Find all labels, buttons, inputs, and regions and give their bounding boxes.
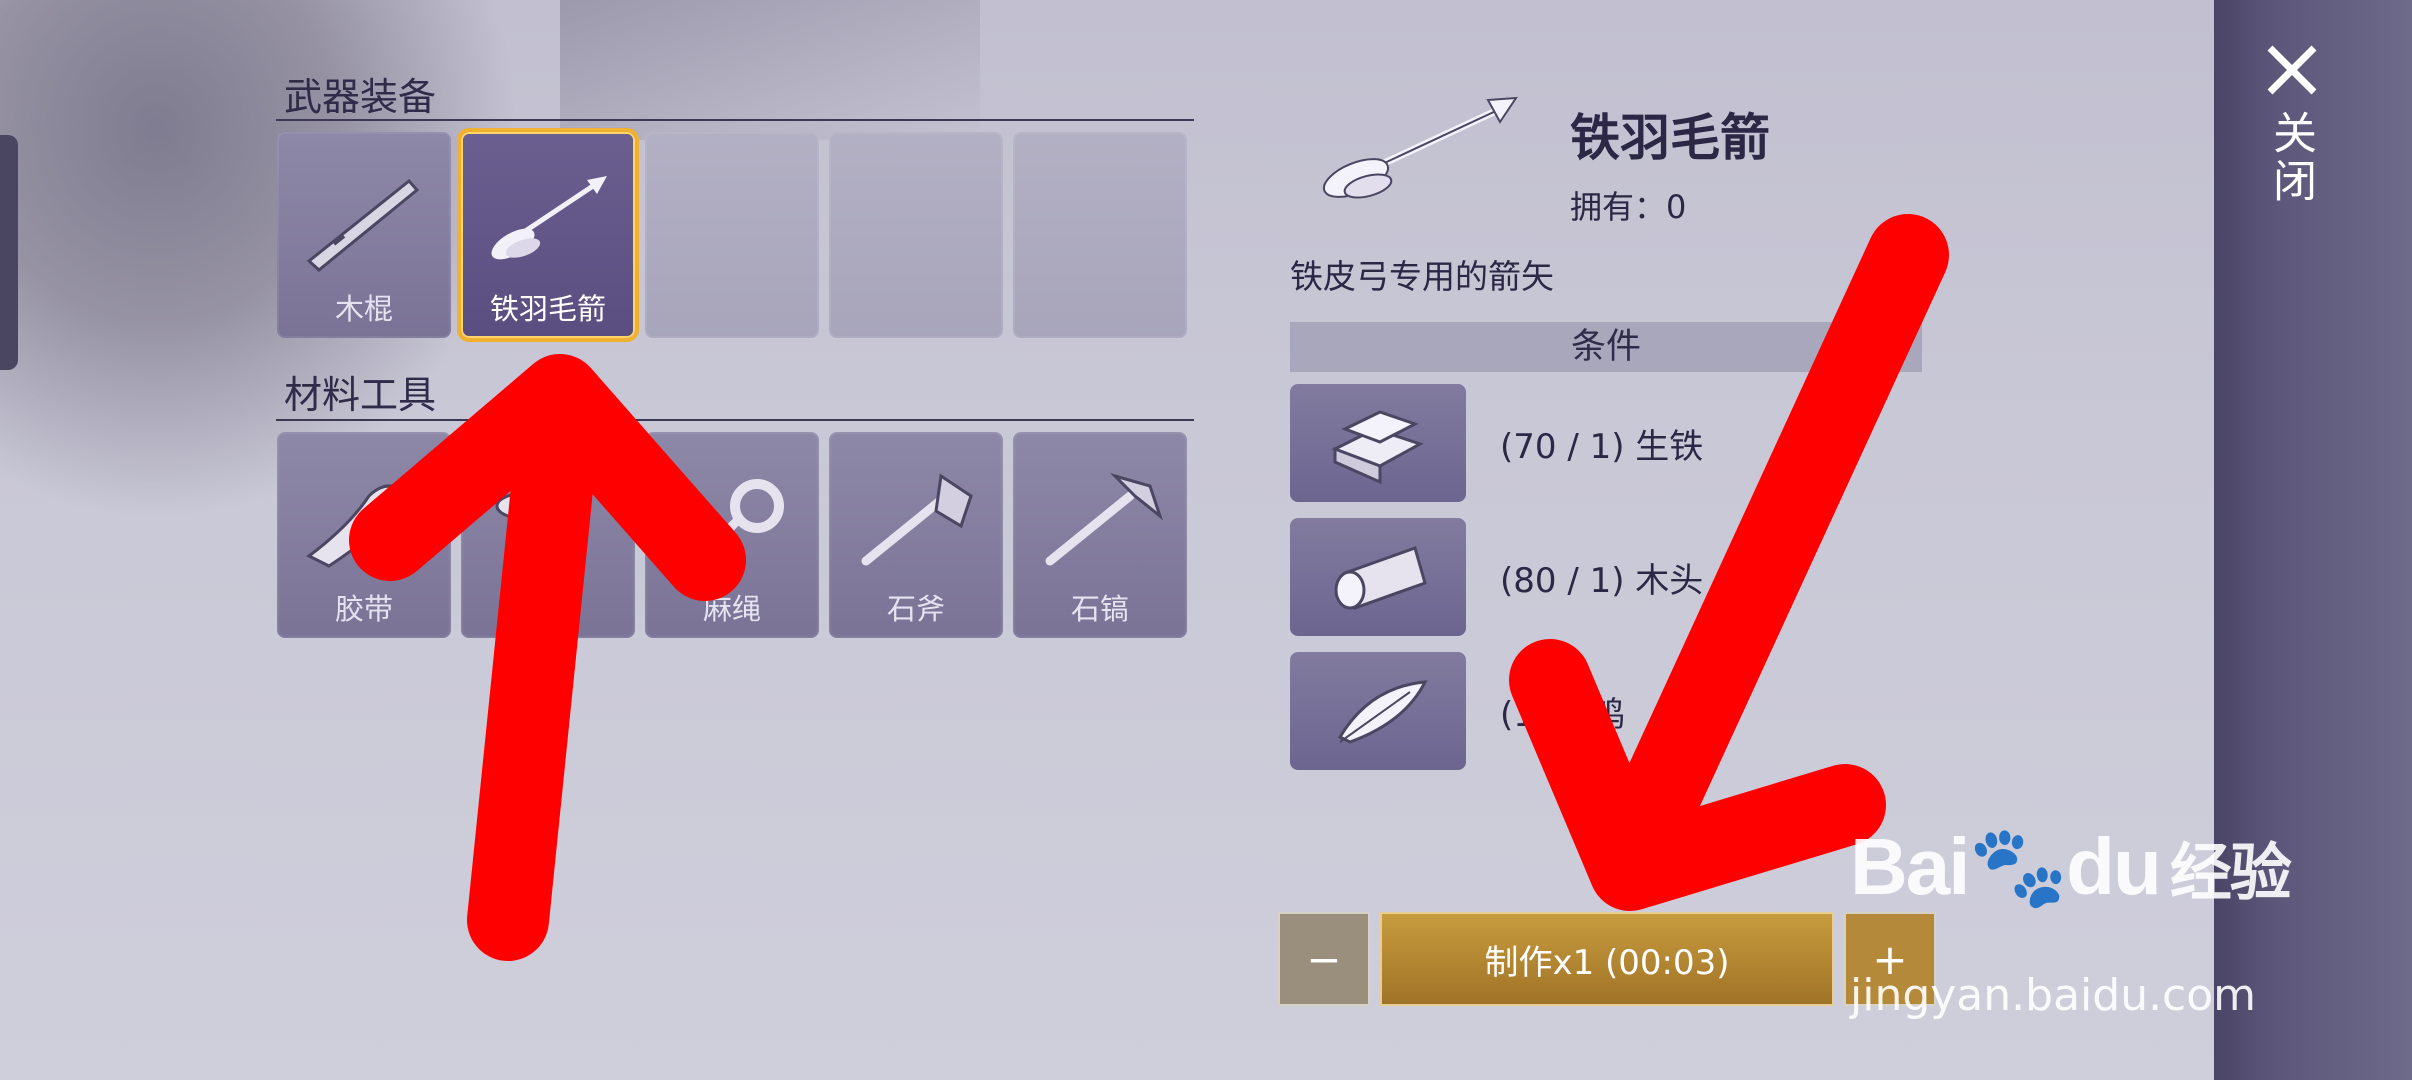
owned-value: 0 [1666,188,1687,226]
item-label: 木棍 [334,292,393,326]
decrease-quantity-button[interactable]: − [1278,912,1370,1006]
item-label: 石斧 [886,592,945,626]
watermark-logo-du: du [2066,822,2162,911]
item-slot-iron-feather-arrow[interactable]: 铁羽毛箭 [461,132,635,338]
item-slot-empty [645,132,819,338]
owned-label: 拥有： [1570,188,1667,226]
section-title-materials: 材料工具 [284,373,437,417]
item-slot-stone-axe[interactable]: 石斧 [829,432,1003,638]
item-description: 铁皮弓专用的箭矢 [1290,257,1554,296]
materials-grid: 胶带 麻绳 石斧 石镐 [277,432,1187,638]
section-divider [276,119,1194,121]
item-label: 胶带 [334,592,393,626]
item-label: 麻绳 [702,592,761,626]
item-slot-rope[interactable]: 麻绳 [645,432,819,638]
item-slot-empty [1013,132,1187,338]
stick-icon [306,178,420,272]
item-slot-stone-pickaxe[interactable]: 石镐 [1013,432,1187,638]
owned-count: 拥有：0 [1570,182,1686,228]
watermark-url: jingyan.baidu.com [1850,970,2257,1021]
craft-controls: − 制作x1 (00:03) + [1278,912,1936,1006]
stone-pickaxe-icon [1045,472,1164,566]
item-slot-empty [829,132,1003,338]
section-divider [276,419,1194,421]
item-name: 铁羽毛箭 [1570,109,1770,167]
nail-icon [495,490,571,522]
arrow-icon [491,176,607,260]
feather-icon [1337,680,1428,744]
rope-icon [693,479,784,565]
arrow-icon [1322,96,1518,199]
item-label: 石镐 [1070,592,1129,626]
item-slot-tape[interactable]: 胶带 [277,432,451,638]
conditions-header: 条件 [1290,322,1922,372]
requirement-icon-box [1290,518,1466,636]
wood-log-icon [1334,546,1427,610]
close-icon[interactable] [2262,40,2322,100]
section-title-weapons: 武器装备 [284,75,437,119]
baidu-watermark: Bai🐾du 经验 jingyan.baidu.com [1850,820,2292,1021]
requirement-text: (1 1) 鸡 [1500,694,1626,735]
requirement-text: (80 / 1) 木头 [1500,560,1704,601]
close-button-label[interactable]: 关闭 [2262,110,2322,206]
requirement-icon-box [1290,652,1466,770]
watermark-logo: Bai🐾du 经验 [1850,820,2292,914]
item-label: 铁羽毛箭 [489,292,606,326]
weapons-grid: 木棍 铁羽毛箭 [277,132,1187,338]
tape-icon [306,484,411,568]
watermark-paw-icon: 🐾 [1968,822,2069,911]
item-slot-nail[interactable] [461,432,635,638]
item-slot-stick[interactable]: 木棍 [277,132,451,338]
requirement-row: (80 / 1) 木头 [1290,518,1703,636]
requirement-row: (70 / 1) 生铁 [1290,384,1703,502]
requirement-icon-box [1290,384,1466,502]
left-edge-tab[interactable] [0,135,18,370]
iron-ingot-icon [1331,410,1424,485]
watermark-logo-cn: 经验 [2169,839,2292,908]
craft-button[interactable]: 制作x1 (00:03) [1380,912,1834,1006]
requirement-row: (1 1) 鸡 [1290,652,1625,770]
requirement-text: (70 / 1) 生铁 [1500,426,1704,467]
stone-axe-icon [861,473,973,566]
watermark-logo-bai: Bai [1850,822,1970,911]
